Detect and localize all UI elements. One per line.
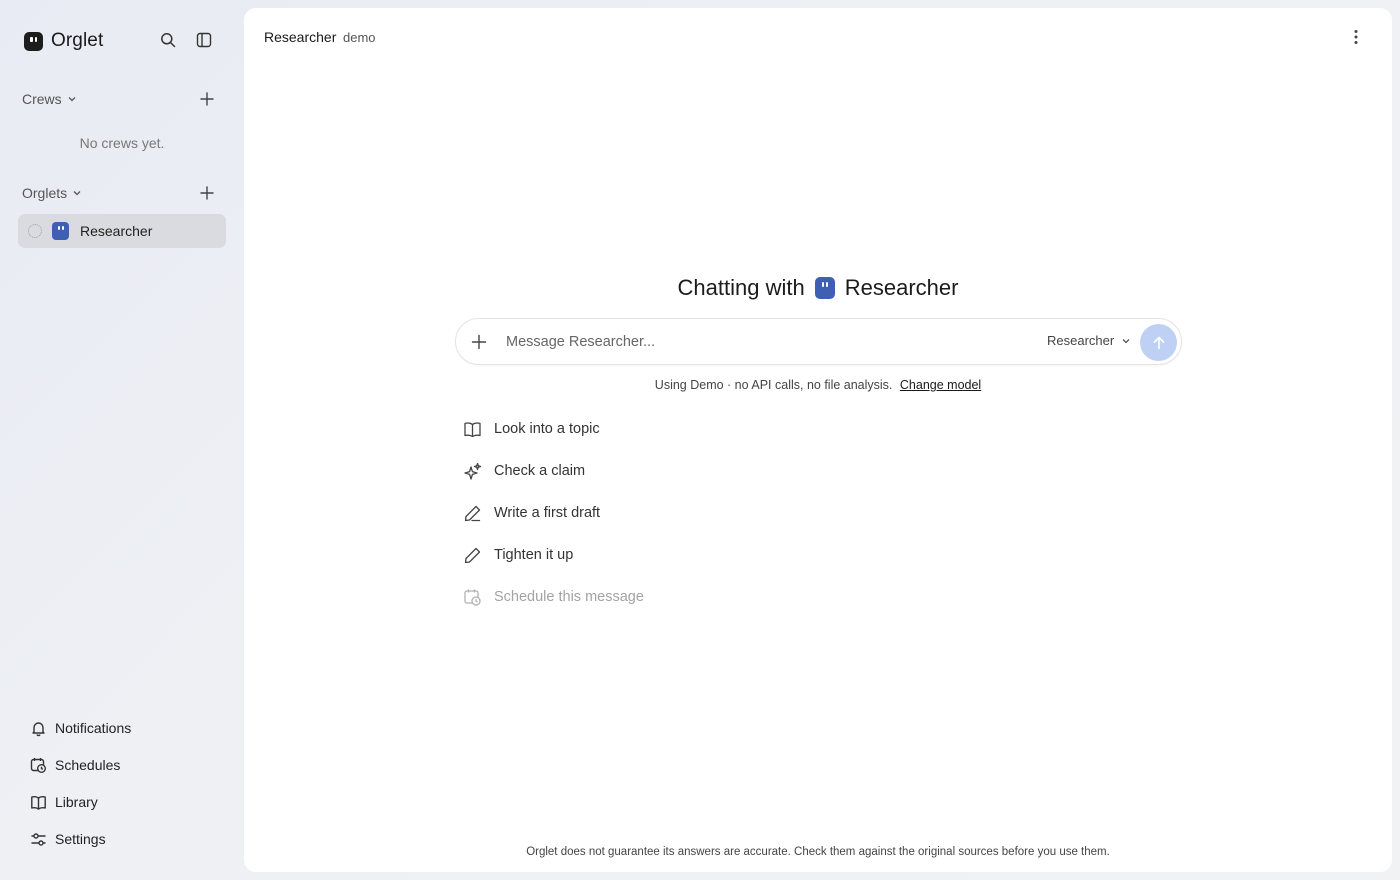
bell-icon: [32, 721, 45, 736]
plus-icon: [200, 92, 214, 106]
model-selector-label: Researcher: [1047, 333, 1115, 348]
suggestion-check-claim[interactable]: Check a claim: [463, 458, 723, 484]
mode-badge: demo: [343, 30, 376, 45]
chevron-down-icon: [73, 191, 81, 196]
nav-notifications[interactable]: Notifications: [30, 716, 210, 740]
sliders-icon: [31, 832, 46, 846]
orglets-label: Orglets: [22, 185, 68, 201]
suggestion-label: Check a claim: [494, 463, 586, 479]
researcher-avatar-icon: [814, 277, 835, 299]
attach-button[interactable]: [470, 333, 488, 351]
orglet-logo-icon: [24, 31, 43, 51]
nav-settings[interactable]: Settings: [30, 827, 210, 851]
sidebar-toggle-icon[interactable]: [194, 30, 214, 50]
suggestion-look-into-topic[interactable]: Look into a topic: [463, 416, 723, 442]
chevron-down-icon: [68, 97, 76, 102]
chevron-down-icon: [1122, 338, 1130, 343]
suggestion-schedule-message: Schedule this message: [463, 584, 723, 610]
nav-label: Schedules: [55, 757, 121, 773]
nav-label: Library: [55, 794, 98, 810]
nav-label: Settings: [55, 831, 106, 847]
nav-library[interactable]: Library: [30, 790, 210, 814]
hero-name: Researcher: [844, 275, 959, 300]
model-note: Using Demo · no API calls, no file analy…: [244, 378, 1392, 392]
model-selector[interactable]: Researcher: [1047, 333, 1132, 348]
accuracy-disclaimer: Orglet does not guarantee its answers ar…: [526, 846, 1110, 858]
model-note-text: Using Demo · no API calls, no file analy…: [654, 378, 893, 392]
plus-icon: [471, 334, 487, 350]
message-composer: Researcher: [455, 318, 1182, 365]
suggestion-label: Look into a topic: [494, 421, 600, 437]
arrow-up-icon: [1153, 336, 1164, 349]
brand[interactable]: Orglet: [24, 30, 103, 52]
calendar-clock-icon: [30, 757, 46, 773]
sidebar: Orglet Crews No crews yet. Orglets Resea…: [0, 0, 244, 880]
chat-hero-heading: Chatting with Researcher: [244, 275, 1392, 301]
loading-spinner-icon: [28, 224, 42, 238]
sidebar-item-label: Researcher: [80, 223, 153, 239]
pencil-icon: [464, 505, 481, 521]
crews-empty-text: No crews yet.: [79, 135, 165, 151]
message-input[interactable]: [506, 331, 1026, 353]
suggestion-label: Write a first draft: [494, 505, 601, 521]
add-orglet-button[interactable]: [198, 184, 216, 202]
plus-icon: [200, 186, 214, 200]
suggestion-label: Tighten it up: [494, 547, 574, 563]
add-crew-button[interactable]: [198, 90, 216, 108]
nav-schedules[interactable]: Schedules: [30, 753, 210, 777]
book-open-icon: [464, 421, 481, 437]
more-options-icon[interactable]: [1346, 28, 1366, 46]
suggestion-tighten-it-up[interactable]: Tighten it up: [463, 542, 723, 568]
crews-label: Crews: [22, 91, 62, 107]
hero-prefix: Chatting with: [677, 275, 805, 300]
researcher-avatar-icon: [52, 222, 69, 240]
brand-name: Orglet: [51, 30, 104, 51]
send-button[interactable]: [1140, 324, 1177, 361]
page-title: Researcher: [264, 29, 337, 45]
book-icon: [31, 795, 46, 810]
calendar-clock-icon: [464, 589, 481, 606]
search-icon[interactable]: [158, 30, 178, 50]
nav-label: Notifications: [55, 720, 132, 736]
orglets-section-toggle[interactable]: Orglets: [22, 185, 83, 201]
change-model-link[interactable]: Change model: [900, 378, 981, 392]
sidebar-item-researcher[interactable]: Researcher: [18, 214, 226, 248]
suggestion-label: Schedule this message: [494, 589, 644, 605]
crews-section-toggle[interactable]: Crews: [22, 91, 78, 107]
sparkle-icon: [464, 462, 482, 480]
main-panel: Researcher demo Chatting with Researcher…: [244, 8, 1392, 872]
pencil-icon: [464, 547, 481, 563]
suggestion-write-first-draft[interactable]: Write a first draft: [463, 500, 723, 526]
